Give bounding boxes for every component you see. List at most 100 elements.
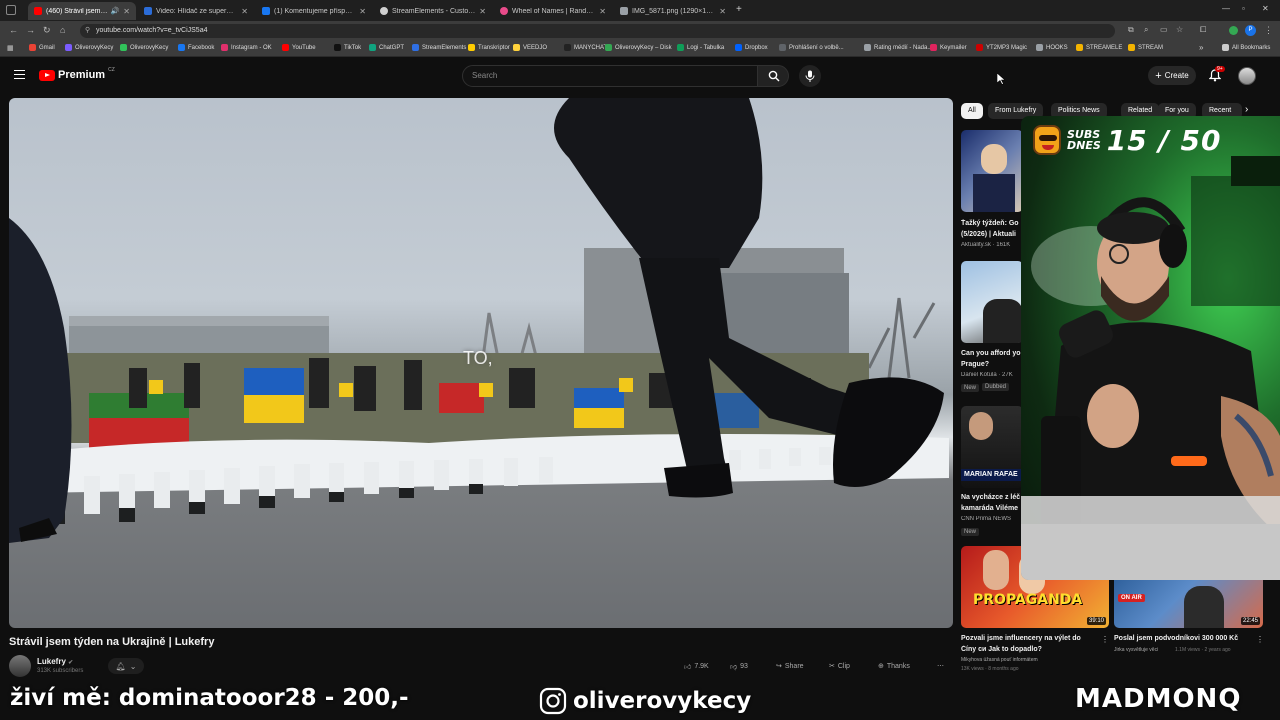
site-favicon-icon	[144, 7, 152, 15]
close-tab-icon[interactable]: ✕	[123, 7, 130, 16]
cast-icon[interactable]: ▭	[1160, 25, 1168, 34]
recommendation-title[interactable]: Pozvali jsme influencery na výlet do	[961, 634, 1101, 644]
recommendation-title[interactable]: Poslal jsem podvodníkovi 300 000 Kč	[1114, 634, 1254, 644]
bookmark-item[interactable]: YT2MP3 Magic	[976, 44, 1027, 51]
chevron-right-icon[interactable]: ›	[1245, 104, 1248, 115]
bookmark-item[interactable]: Transkriptor	[468, 44, 510, 51]
bookmark-item[interactable]: Facebook	[178, 44, 214, 51]
video-duration: 39:10	[1086, 617, 1106, 625]
video-thumbnail[interactable]	[961, 130, 1023, 212]
bookmark-item[interactable]: VEEDJO	[513, 44, 547, 51]
close-tab-icon[interactable]: ✕	[479, 7, 486, 16]
bookmark-item[interactable]: OliverovyKecy	[120, 44, 168, 51]
browser-tab[interactable]: (1) Komentujeme příspěvky do ✕	[256, 2, 372, 20]
bookmark-item[interactable]: Prohlášení o volbě...	[779, 44, 844, 51]
chip-all[interactable]: All	[961, 103, 983, 119]
browser-tab[interactable]: StreamElements - Custom com ✕	[374, 2, 492, 20]
dislike-button[interactable]: 👎︎ 93	[730, 658, 748, 674]
bookmark-item[interactable]: OliverovyKecy – Disk	[605, 44, 672, 51]
home-icon[interactable]: ⌂	[60, 25, 65, 35]
zoom-icon[interactable]: ⌕	[1144, 25, 1148, 35]
bookmark-label: STREAMELE	[1086, 44, 1123, 51]
browser-tab[interactable]: Video: Hlídač ze supermarketu ✕	[138, 2, 254, 20]
bookmark-item[interactable]: StreamElements	[412, 44, 466, 51]
new-tab-icon[interactable]: +	[736, 4, 742, 15]
all-bookmarks-folder[interactable]: All Bookmarks	[1222, 44, 1270, 51]
more-bookmarks-icon[interactable]: »	[1199, 43, 1203, 52]
hamburger-menu-icon[interactable]	[14, 70, 25, 79]
forward-icon[interactable]: →	[26, 25, 35, 35]
close-tab-icon[interactable]: ✕	[719, 7, 726, 16]
bookmark-item[interactable]: Instagram - OK	[221, 44, 272, 51]
subscribed-button[interactable]: 🔔︎ ⌄	[108, 658, 144, 674]
bookmark-item[interactable]: MANYCHAT	[564, 44, 607, 51]
clip-button[interactable]: ✂ Clip	[829, 658, 850, 674]
browser-tab[interactable]: IMG_5871.png (1290×1253) ✕	[614, 2, 732, 20]
profile-avatar-icon[interactable]: P	[1245, 25, 1256, 36]
voice-search-button[interactable]	[799, 65, 821, 87]
share-button[interactable]: ↪ Share	[776, 658, 804, 674]
bookmark-item[interactable]: STREAMELE	[1076, 44, 1122, 51]
close-window-icon[interactable]: ✕	[1262, 4, 1269, 13]
account-avatar[interactable]	[1238, 67, 1256, 85]
close-tab-icon[interactable]: ✕	[241, 7, 248, 16]
channel-name[interactable]: Lukefry ✔	[37, 657, 73, 666]
channel-avatar[interactable]	[9, 655, 31, 677]
reload-icon[interactable]: ↻	[43, 25, 51, 36]
recommendation-title[interactable]: Na vycházce z léč	[961, 493, 1023, 503]
bookmark-item[interactable]: YouTube	[282, 44, 316, 51]
bookmark-item[interactable]: Keymailer	[930, 44, 967, 51]
url-field[interactable]: ⚲ youtube.com/watch?v=e_tvCiJS5a4	[80, 24, 1115, 38]
bookmark-item[interactable]: Dropbox	[735, 44, 768, 51]
like-button[interactable]: 👍︎ 7.9K	[684, 658, 709, 674]
recommendation-meta: 13K views · 8 months ago	[961, 666, 1019, 672]
youtube-logo[interactable]: Premium CZ	[39, 67, 115, 81]
back-icon[interactable]: ←	[9, 25, 18, 35]
bookmark-label: Transkriptor	[478, 44, 510, 51]
minimize-icon[interactable]: —	[1222, 4, 1230, 13]
bookmark-favicon-icon	[412, 44, 419, 51]
recommendation-title-line2[interactable]: Prague?	[961, 360, 1023, 370]
translate-icon[interactable]: ⧉	[1128, 25, 1134, 35]
bookmark-favicon-icon	[282, 44, 289, 51]
bookmark-item[interactable]: HOOKS	[1036, 44, 1068, 51]
bookmark-item[interactable]: ChatGPT	[369, 44, 404, 51]
bookmark-item[interactable]: Rating médií - Nada...	[864, 44, 932, 51]
recommendation-title-line2[interactable]: (5/2026) | Aktuali	[961, 230, 1023, 240]
extension-icon[interactable]	[1229, 26, 1238, 35]
search-button[interactable]	[757, 65, 789, 87]
menu-kebab-icon[interactable]: ⋮	[1264, 25, 1273, 36]
recommendation-title-line2[interactable]: kamaráda Viléme	[961, 504, 1023, 514]
browser-tab[interactable]: (460) Strávil jsem týden na 🔊 ✕	[28, 2, 136, 20]
bookmark-item[interactable]: TikTok	[334, 44, 361, 51]
bookmark-star-icon[interactable]: ☆	[1176, 25, 1183, 34]
more-options-icon[interactable]: ⋮	[1256, 635, 1264, 644]
bookmark-favicon-icon	[369, 44, 376, 51]
search-input[interactable]: Search	[462, 65, 758, 87]
recommendation-title-line2[interactable]: Číny си Jak to dopadlo?	[961, 645, 1101, 655]
speaker-icon[interactable]: 🔊	[111, 7, 120, 15]
browser-tab[interactable]: Wheel of Names | Random nam ✕	[494, 2, 612, 20]
bookmark-item[interactable]: Gmail	[29, 44, 55, 51]
more-options-icon[interactable]: ⋮	[1101, 635, 1109, 644]
more-actions-button[interactable]: ⋯	[937, 658, 944, 674]
create-button[interactable]: + Create	[1148, 66, 1196, 85]
notifications-button[interactable]: 9+	[1208, 66, 1225, 87]
maximize-icon[interactable]: ▫	[1242, 4, 1245, 13]
tab-search-icon[interactable]	[6, 5, 16, 15]
apps-grid-icon[interactable]: ▦	[7, 44, 14, 52]
bookmark-item[interactable]: OliverovyKecy	[65, 44, 113, 51]
thumbs-down-icon: 👎︎	[730, 663, 738, 671]
close-tab-icon[interactable]: ✕	[359, 7, 366, 16]
recommendation-title[interactable]: Can you afford yo	[961, 349, 1023, 359]
video-player[interactable]: TO,	[9, 98, 953, 628]
close-tab-icon[interactable]: ✕	[599, 7, 606, 16]
bookmark-item[interactable]: Logi - Tabulka	[677, 44, 724, 51]
recommendation-title[interactable]: Ťažký týždeň: Go	[961, 219, 1023, 229]
site-info-icon[interactable]: ⚲	[85, 24, 90, 38]
bookmark-item[interactable]: STREAM	[1128, 44, 1163, 51]
extensions-icon[interactable]: ⧠	[1200, 25, 1206, 35]
video-thumbnail[interactable]	[961, 261, 1023, 343]
thanks-button[interactable]: ⊕ Thanks	[878, 658, 910, 674]
video-thumbnail[interactable]: MARIAN RAFAE	[961, 406, 1023, 488]
